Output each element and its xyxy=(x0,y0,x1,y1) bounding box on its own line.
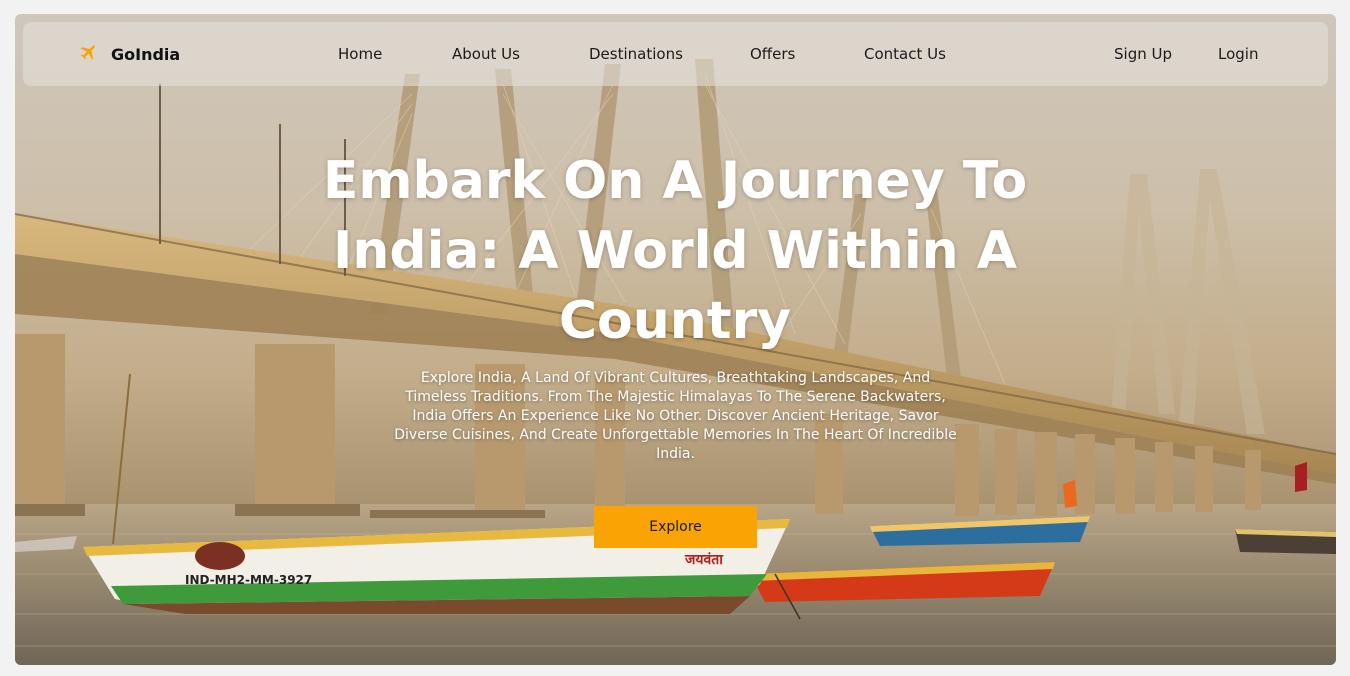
hero-title: Embark On A Journey To India: A World Wi… xyxy=(322,151,1028,351)
nav-link-contact-us[interactable]: Contact Us xyxy=(864,22,946,86)
nav-link-about-us[interactable]: About Us xyxy=(452,22,520,86)
explore-button[interactable]: Explore xyxy=(594,506,757,548)
brand-logo[interactable]: GoIndia xyxy=(79,22,180,86)
brand-name: GoIndia xyxy=(111,44,181,64)
hero-section: IND-MH2-MM-3927 जयवंता GoIndia Home Abou… xyxy=(15,14,1336,665)
login-link[interactable]: Login xyxy=(1218,22,1258,86)
airplane-icon xyxy=(79,42,99,66)
top-navbar: GoIndia Home About Us Destinations Offer… xyxy=(23,22,1328,86)
nav-link-offers[interactable]: Offers xyxy=(750,22,795,86)
boat-name: जयवंता xyxy=(684,552,724,568)
sign-up-link[interactable]: Sign Up xyxy=(1114,22,1172,86)
nav-link-home[interactable]: Home xyxy=(338,22,382,86)
nav-link-destinations[interactable]: Destinations xyxy=(589,22,683,86)
boat-registration: IND-MH2-MM-3927 xyxy=(185,573,312,587)
hero-description: Explore India, A Land Of Vibrant Culture… xyxy=(394,370,957,462)
